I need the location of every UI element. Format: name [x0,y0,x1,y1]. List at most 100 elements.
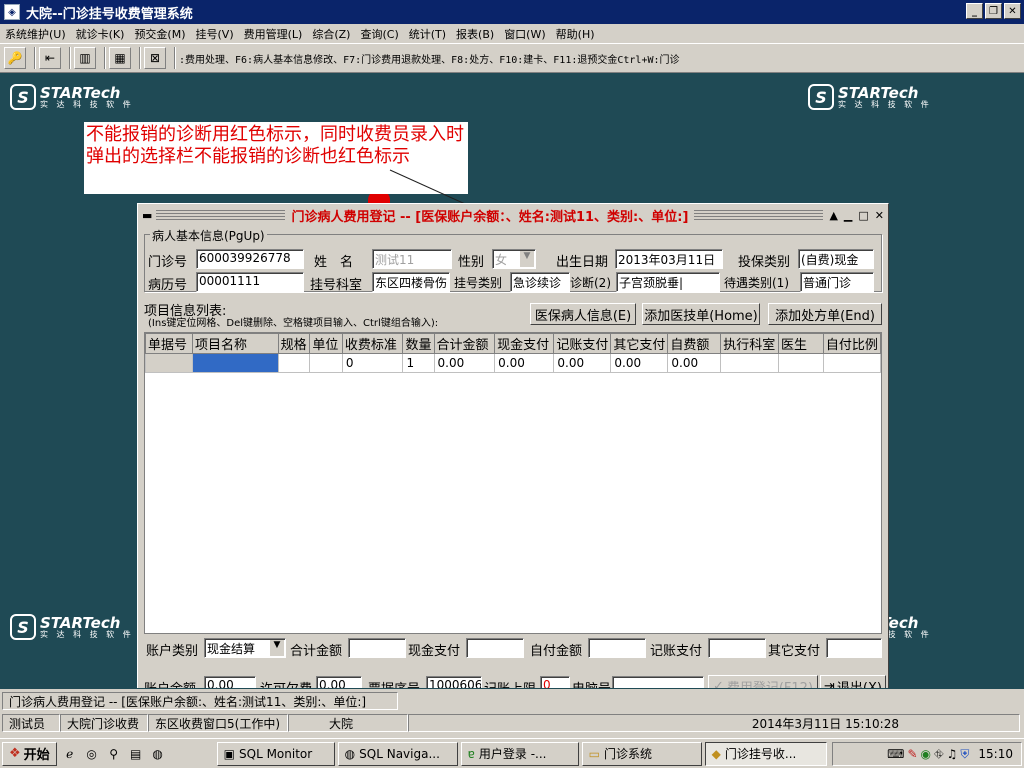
navigator-icon[interactable]: ◍ [149,745,167,763]
balance-field[interactable]: 0.00 [204,676,256,688]
task-sql-monitor[interactable]: ▣ SQL Monitor [216,741,335,766]
grid-cell[interactable]: 0.00 [433,353,496,373]
limit-field[interactable]: 0 [540,676,570,688]
media-icon[interactable]: ◎ [83,745,101,763]
clinic-no-field[interactable]: 600039926778 [196,249,304,269]
grid-cell[interactable] [777,353,824,373]
menu-query[interactable]: 查询(C) [355,26,403,42]
table-row[interactable]: 0 1 0.00 0.00 0.00 0.00 0.00 [145,353,882,373]
add-tech-button[interactable]: 添加医技单(Home) [642,303,760,325]
grid-cell[interactable]: 1 [402,353,435,373]
column-header[interactable]: 规格 [277,333,311,354]
cash-field[interactable] [466,638,524,658]
column-header[interactable]: 数量 [402,333,435,354]
grid-cell[interactable] [720,353,779,373]
grid-cell[interactable] [822,353,882,373]
close-icon[interactable]: ✕ [875,209,884,222]
task-user-login[interactable]: ɐ 用户登录 -... [460,741,579,766]
close-button[interactable]: ✕ [1004,3,1021,19]
insure-type-field[interactable]: (自费)现金 [798,249,874,269]
chevron-down-icon[interactable]: ▼ [270,640,284,656]
dept-field[interactable]: 东区四楼骨伤 [372,272,450,292]
database-icon[interactable]: ▤ [127,745,145,763]
window-icon[interactable]: ⊠ [144,47,166,69]
treat-type-field[interactable]: 普通门诊 [800,272,874,292]
volume-icon[interactable]: ♫ [947,747,958,761]
menu-general[interactable]: 综合(Z) [307,26,355,42]
start-button[interactable]: ❖ 开始 [2,741,57,766]
minimize-button[interactable]: _ [966,3,983,19]
column-header[interactable]: 单位 [309,333,343,354]
tool-icon[interactable]: ⚲ [105,745,123,763]
grid-cell[interactable]: 0 [341,353,404,373]
overdraft-field[interactable]: 0.00 [316,676,362,688]
menu-window[interactable]: 窗口(W) [499,26,550,42]
menu-stats[interactable]: 统计(T) [404,26,451,42]
menu-register[interactable]: 挂号(V) [191,26,239,42]
menu-reports[interactable]: 报表(B) [451,26,499,42]
grid-cell[interactable]: 0.00 [553,353,612,373]
grid-cell[interactable] [145,353,193,373]
column-header[interactable]: 其它支付 [610,333,669,354]
register-fee-button[interactable]: ✓ 费用登记(F12) [708,675,818,688]
column-header[interactable]: 项目名称 [191,333,279,354]
app-icon[interactable]: ◈ [4,4,20,20]
scroll-up-icon[interactable]: ▲ [829,209,837,222]
network-icon[interactable]: ⛗ [934,747,944,762]
restore-button[interactable]: ❐ [985,3,1002,19]
invoice-field[interactable]: 1000606 [426,676,482,688]
browser-icon[interactable]: ℯ [61,745,79,763]
column-header[interactable]: 医生 [777,333,824,354]
column-header[interactable]: 自付比例 [822,333,882,354]
column-header[interactable]: 记账支付 [553,333,612,354]
insurance-info-button[interactable]: 医保病人信息(E) [530,303,636,325]
grid-cell[interactable] [309,353,343,373]
task-clinic-system[interactable]: ▭ 门诊系统 [581,741,702,766]
task-clinic-fee[interactable]: ◆ 门诊挂号收... [704,741,827,766]
task-sql-navigator[interactable]: ◍ SQL Naviga... [337,741,458,766]
column-header[interactable]: 自费额 [667,333,722,354]
self-pay-field[interactable] [588,638,646,658]
key-icon[interactable]: 🔑 [4,47,26,69]
menu-prepay[interactable]: 预交金(M) [129,26,190,42]
maximize-icon[interactable]: □ [858,209,868,222]
grid-cell[interactable]: 0.00 [494,353,555,373]
grid-cell-selected[interactable] [191,353,279,373]
shield-icon[interactable]: ⛨ [960,747,969,762]
charge-field[interactable] [708,638,766,658]
keyboard-icon[interactable]: ⌨ [887,747,904,761]
items-grid[interactable]: 单据号 项目名称 规格 单位 收费标准 数量 合计金额 现金支付 记账支付 其它… [144,332,882,634]
exit-icon[interactable]: ⇤ [39,47,61,69]
menu-card[interactable]: 就诊卡(K) [71,26,130,42]
exit-button[interactable]: ⇥ 退出(X) [820,675,886,688]
account-type-select[interactable]: 现金结算 ▼ [204,638,286,658]
column-header[interactable]: 现金支付 [494,333,555,354]
pen-icon[interactable]: ✎ [907,747,917,761]
menu-fees[interactable]: 费用管理(L) [239,26,308,42]
name-field[interactable]: 测试11 [372,249,452,269]
system-menu-icon[interactable]: ▬ [142,209,152,222]
grid-cell[interactable]: 0.00 [610,353,669,373]
sync-icon[interactable]: ◉ [921,747,931,761]
add-prescription-button[interactable]: 添加处方单(End) [768,303,882,325]
column-header[interactable]: 单据号 [145,333,193,354]
menu-system[interactable]: 系统维护(U) [0,26,71,42]
minimize-icon[interactable]: ▁ [844,209,852,222]
pc-no-field[interactable] [612,676,704,688]
chevron-down-icon[interactable]: ▼ [520,251,534,267]
grid-cell[interactable]: 0.00 [667,353,722,373]
total-field[interactable] [348,638,406,658]
calculator-icon[interactable]: ▦ [109,47,131,69]
menu-help[interactable]: 帮助(H) [551,26,600,42]
other-field[interactable] [826,638,882,658]
diagnosis-field[interactable]: 子宫颈脱垂| [616,272,720,292]
column-header[interactable]: 合计金额 [433,333,496,354]
grid-cell[interactable] [277,353,311,373]
birth-field[interactable]: 2013年03月11日 [615,249,723,269]
book-icon[interactable]: ▥ [74,47,96,69]
sex-select[interactable]: 女 ▼ [492,249,536,269]
column-header[interactable]: 收费标准 [341,333,404,354]
record-no-field[interactable]: 00001111 [196,272,304,292]
clock[interactable]: 15:10 [978,747,1013,761]
reg-type-field[interactable]: 急诊续诊 [510,272,570,292]
